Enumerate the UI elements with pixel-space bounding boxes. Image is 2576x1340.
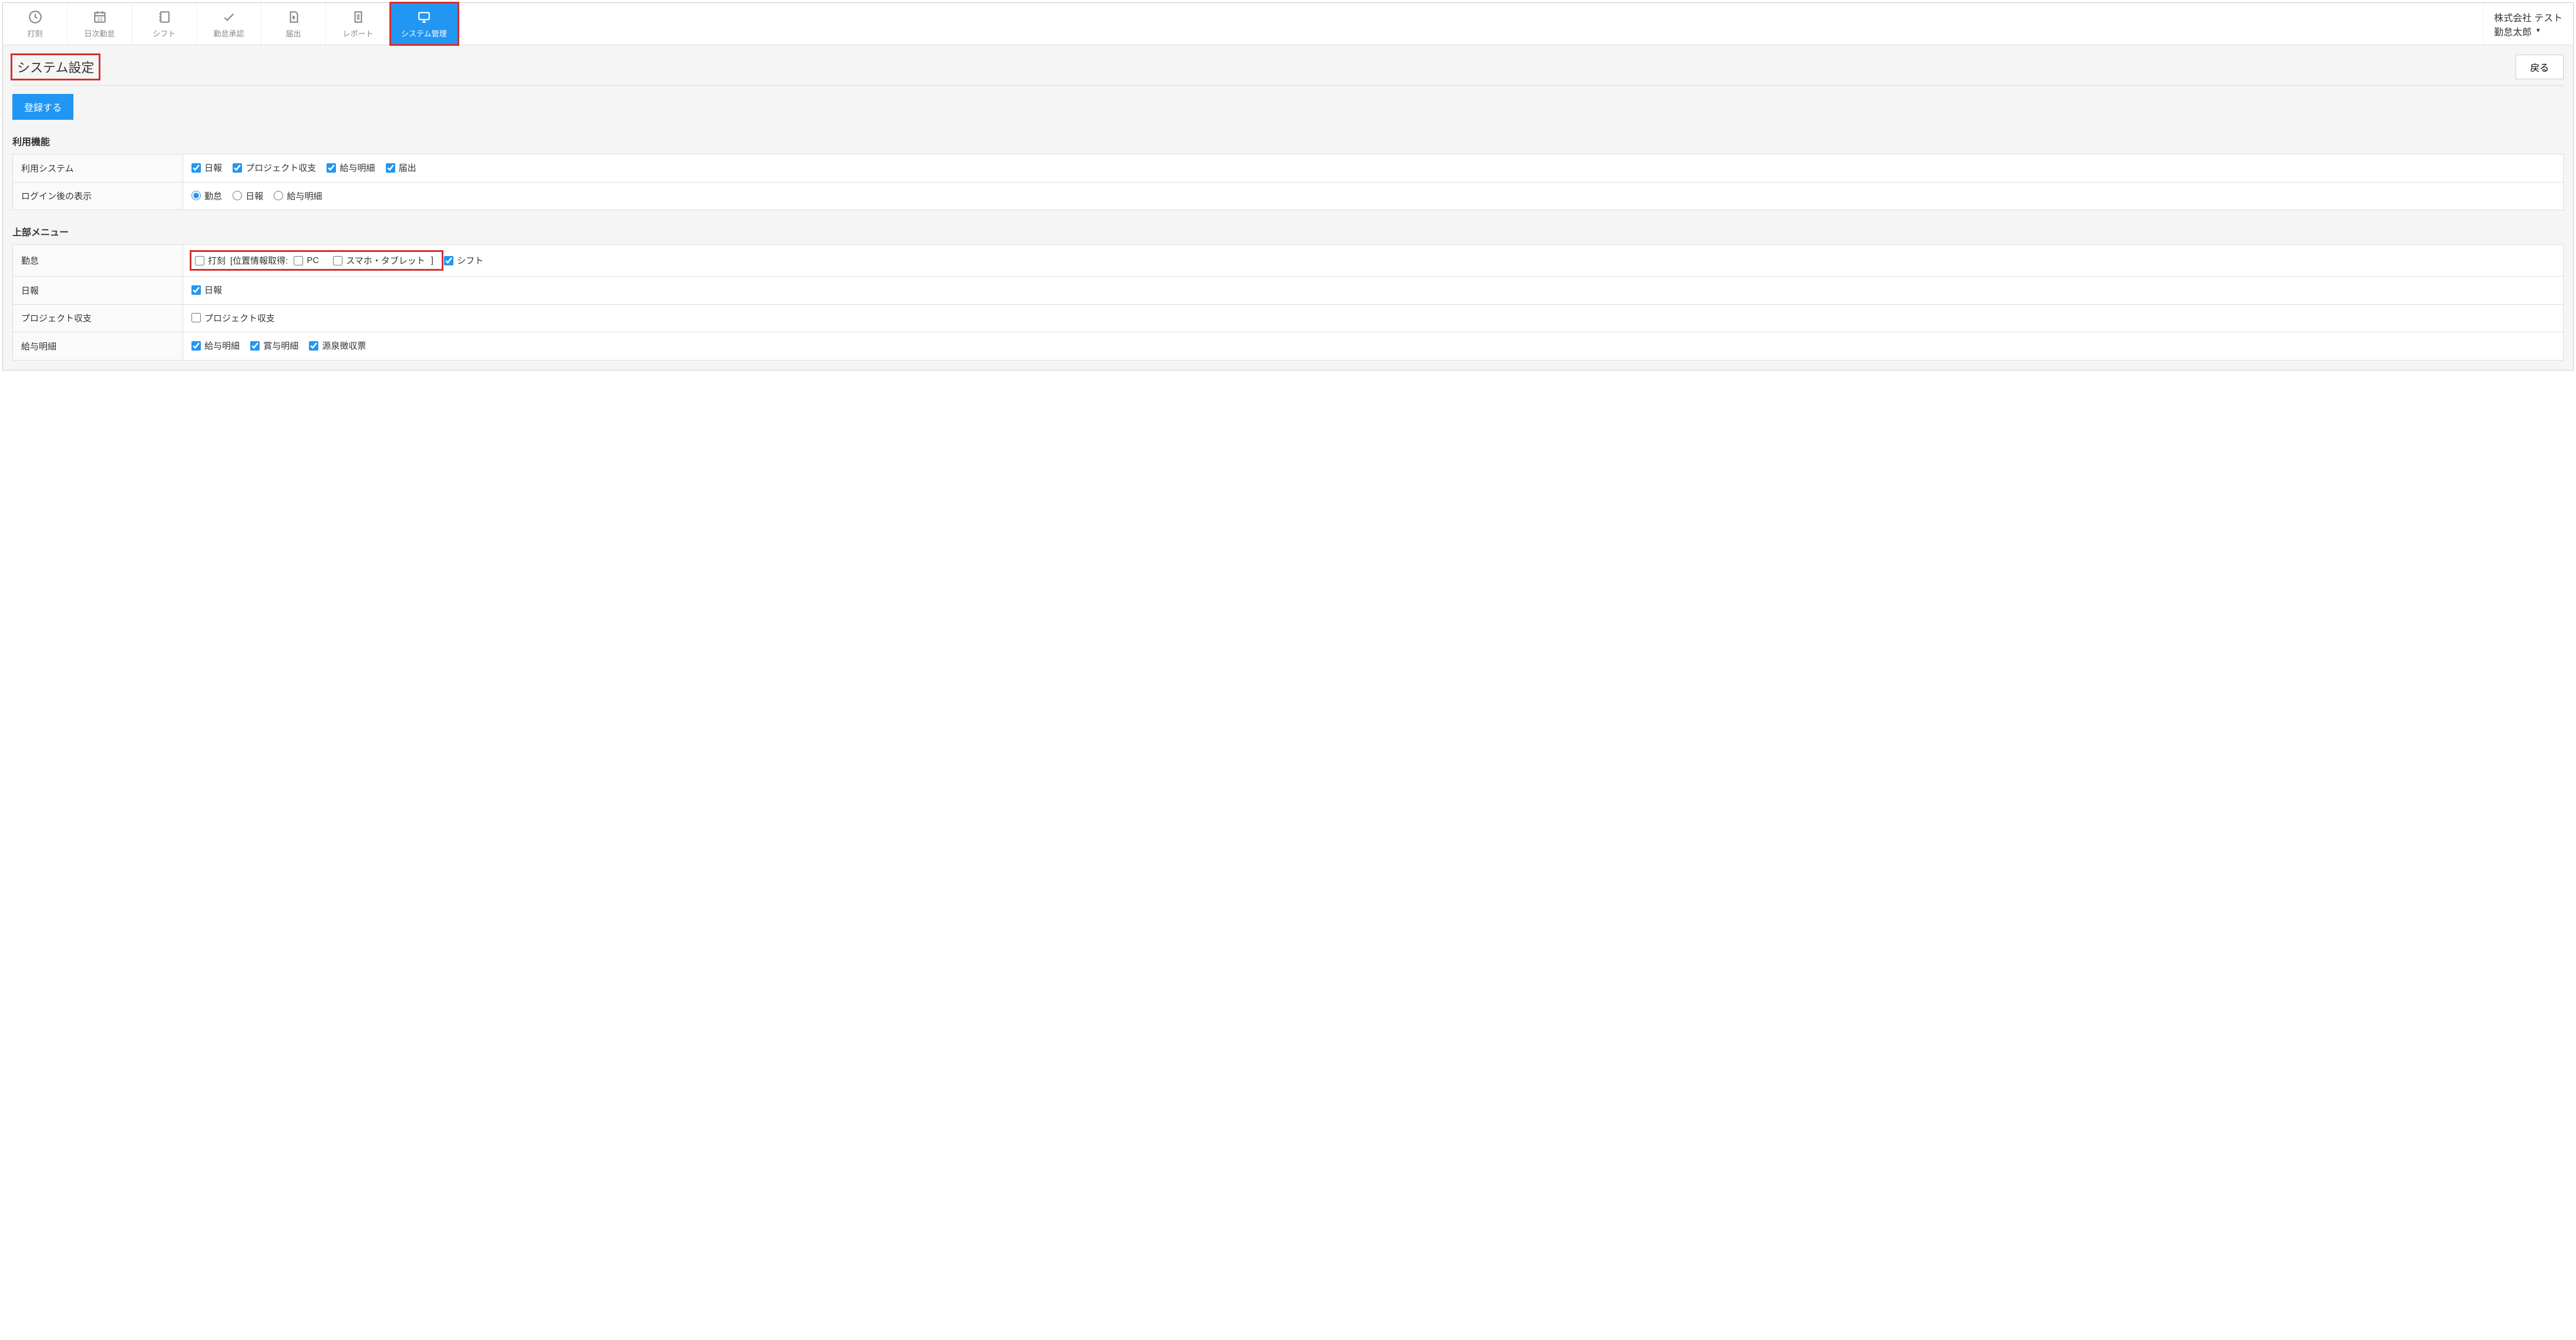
clock-icon [27,9,43,25]
radio-label: 勤怠 [204,190,222,202]
radio-label: 日報 [246,190,263,202]
nav-label: シフト [153,28,176,39]
checkbox-label: PC [307,255,319,265]
nav-label: システム管理 [401,28,447,39]
checkbox-nippou2[interactable] [191,285,201,295]
highlighted-location-settings: 打刻 [位置情報取得: PC スマホ・タブレット ] [191,252,442,269]
nav-shift[interactable]: シフト [132,3,197,45]
calendar-icon: 31 [92,9,108,25]
row-label: 給与明細 [13,332,183,361]
company-name: 株式会社 テスト [2494,10,2562,24]
page-title: システム設定 [12,55,99,79]
section-title-topmenu: 上部メニュー [12,224,2564,238]
radio-nippou[interactable] [233,191,242,200]
bracket-prefix: [位置情報取得: [230,254,288,267]
table-row: 利用システム 日報 プロジェクト収支 給与明細 届出 [13,154,2564,183]
checkbox-payslip[interactable] [327,163,336,173]
register-button[interactable]: 登録する [12,94,73,120]
table-row: 日報 日報 [13,277,2564,305]
checkbox-nippou[interactable] [191,163,201,173]
nav-label: 日次勤怠 [84,28,115,39]
notebook-icon [156,9,173,25]
radio-payslip[interactable] [274,191,283,200]
checkbox-label: 給与明細 [204,339,240,352]
checkbox-label: プロジェクト収支 [204,312,275,324]
topmenu-table: 勤怠 打刻 [位置情報取得: PC スマホ・タブレット ] シフト [12,244,2564,361]
checkbox-label: スマホ・タブレット [346,254,425,267]
checkbox-project[interactable] [233,163,242,173]
checkbox-label: 賞与明細 [263,339,298,352]
checkbox-label: シフト [457,254,483,267]
check-icon [221,9,237,25]
upload-doc-icon [285,9,302,25]
radio-kintai[interactable] [191,191,201,200]
checkbox-withholding[interactable] [309,341,318,351]
checkbox-project2[interactable] [191,313,201,322]
row-label: ログイン後の表示 [13,182,183,210]
checkbox-label: 日報 [204,284,222,296]
checkbox-label: 給与明細 [339,161,375,174]
checkbox-dakoku[interactable] [195,256,204,265]
top-navigation: 打刻 31 日次勤怠 シフト 勤怠承認 届出 [3,3,2573,45]
radio-label: 給与明細 [287,190,322,202]
checkbox-todoke[interactable] [386,163,395,173]
row-label: プロジェクト収支 [13,304,183,332]
monitor-icon [416,9,432,25]
nav-dakoku[interactable]: 打刻 [3,3,68,45]
nav-label: 勤怠承認 [213,28,244,39]
nav-label: レポート [342,28,373,39]
checkbox-pc[interactable] [294,256,303,265]
table-row: プロジェクト収支 プロジェクト収支 [13,304,2564,332]
chevron-down-icon: ▼ [2535,28,2541,34]
nav-system-admin[interactable]: システム管理 [391,3,458,45]
nav-notification[interactable]: 届出 [261,3,326,45]
table-row: 給与明細 給与明細 賞与明細 源泉徴収票 [13,332,2564,361]
svg-text:31: 31 [97,16,103,22]
nav-report[interactable]: レポート [326,3,391,45]
checkbox-payslip2[interactable] [191,341,201,351]
checkbox-sp[interactable] [333,256,342,265]
nav-label: 打刻 [27,28,42,39]
back-button[interactable]: 戻る [2516,55,2564,79]
checkbox-label: 打刻 [208,254,226,267]
checkbox-label: プロジェクト収支 [246,161,316,174]
row-label: 勤怠 [13,245,183,277]
checkbox-label: 届出 [399,161,416,174]
nav-label: 届出 [285,28,301,39]
checkbox-label: 源泉徴収票 [322,339,366,352]
user-menu[interactable]: 株式会社 テスト 勤怠太郎 ▼ [2483,3,2573,45]
section-title-features: 利用機能 [12,134,2564,148]
bracket-suffix: ] [431,255,433,265]
nav-daily[interactable]: 31 日次勤怠 [68,3,132,45]
row-label: 日報 [13,277,183,305]
user-name: 勤怠太郎 ▼ [2494,24,2541,38]
row-label: 利用システム [13,154,183,183]
table-row: 勤怠 打刻 [位置情報取得: PC スマホ・タブレット ] シフト [13,245,2564,277]
nav-approval[interactable]: 勤怠承認 [197,3,261,45]
checkbox-bonus[interactable] [250,341,260,351]
report-icon [350,9,366,25]
table-row: ログイン後の表示 勤怠 日報 給与明細 [13,182,2564,210]
checkbox-label: 日報 [204,161,222,174]
checkbox-shift[interactable] [444,256,453,265]
features-table: 利用システム 日報 プロジェクト収支 給与明細 届出 ログイン後の表示 勤怠 日… [12,154,2564,210]
